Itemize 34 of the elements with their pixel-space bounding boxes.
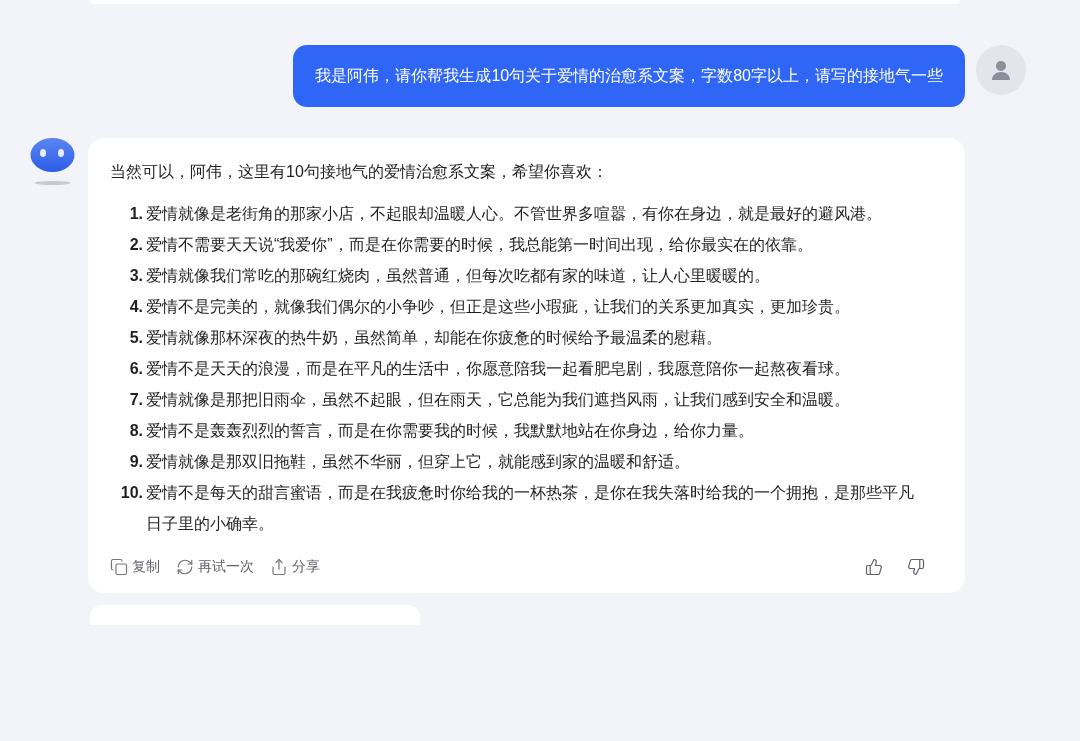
list-number: 8. <box>128 421 144 441</box>
list-number: 5. <box>128 328 144 348</box>
thumbs-up-icon <box>865 557 883 576</box>
user-message: 我是阿伟，请你帮我生成10句关于爱情的治愈系文案，字数80字以上，请写的接地气一些 <box>293 45 965 107</box>
list-number: 4. <box>128 297 144 317</box>
list-number: 7. <box>128 390 144 410</box>
list-item-text: 爱情就像是那双旧拖鞋，虽然不华丽，但穿上它，就能感到家的温暖和舒适。 <box>146 452 691 472</box>
list-number: 3. <box>128 266 144 286</box>
thumbs-down-icon <box>907 557 925 576</box>
list-item-text: 爱情不是完美的，就像我们偶尔的小争吵，但正是这些小瑕疵，让我们的关系更加真实，更加珍贵。 <box>146 297 851 317</box>
list-number: 2. <box>128 235 144 255</box>
list-item-text: 爱情不是轰轰烈烈的誓言，而是在你需要我的时候，我默默地站在你身边，给你力量。 <box>146 421 755 441</box>
share-icon <box>270 557 288 576</box>
reply-intro: 当然可以，阿伟，这里有10句接地气的爱情治愈系文案，希望你喜欢： <box>110 162 609 182</box>
list-number: 1. <box>128 204 144 224</box>
list-number: 10. <box>119 483 144 503</box>
user-avatar-icon <box>976 45 1026 95</box>
list-number: 9. <box>128 452 144 472</box>
list-item-text: 爱情不需要天天说“我爱你”，而是在你需要的时候，我总能第一时间出现，给你最实在的依靠。 <box>146 235 814 255</box>
list-item-text: 爱情就像是那把旧雨伞，虽然不起眼，但在雨天，它总能为我们遮挡风雨，让我们感到安全和温暖。 <box>146 390 851 410</box>
retry-button[interactable]: 再试一次 <box>176 556 254 577</box>
like-button[interactable] <box>865 557 883 576</box>
list-item-text: 爱情就像是老街角的那家小店，不起眼却温暖人心。不管世界多喧嚣，有你在身边，就是最好的避风港。 <box>146 204 883 224</box>
copy-button[interactable]: 复制 <box>110 556 160 577</box>
bot-avatar-icon <box>30 138 75 186</box>
list-item-text: 爱情不是天天的浪漫，而是在平凡的生活中，你愿意陪我一起看肥皂剧，我愿意陪你一起熬夜看球。 <box>146 359 851 379</box>
list-item-text: 爱情就像那杯深夜的热牛奶，虽然简单，却能在你疲惫的时候给予最温柔的慰藉。 <box>146 328 723 348</box>
list-item-text: 爱情不是每天的甜言蜜语，而是在我疲惫时你给我的一杯热茶，是你在我失落时给我的一个拥抱，是那些平凡日子里的小确幸。 <box>146 483 915 534</box>
copy-icon <box>110 557 128 576</box>
refresh-icon <box>176 557 194 576</box>
dislike-button[interactable] <box>907 557 925 576</box>
list-item-text: 爱情就像我们常吃的那碗红烧肉，虽然普通，但每次吃都有家的味道，让人心里暖暖的。 <box>146 266 771 286</box>
list-number: 6. <box>128 359 144 379</box>
share-button[interactable]: 分享 <box>270 556 320 577</box>
